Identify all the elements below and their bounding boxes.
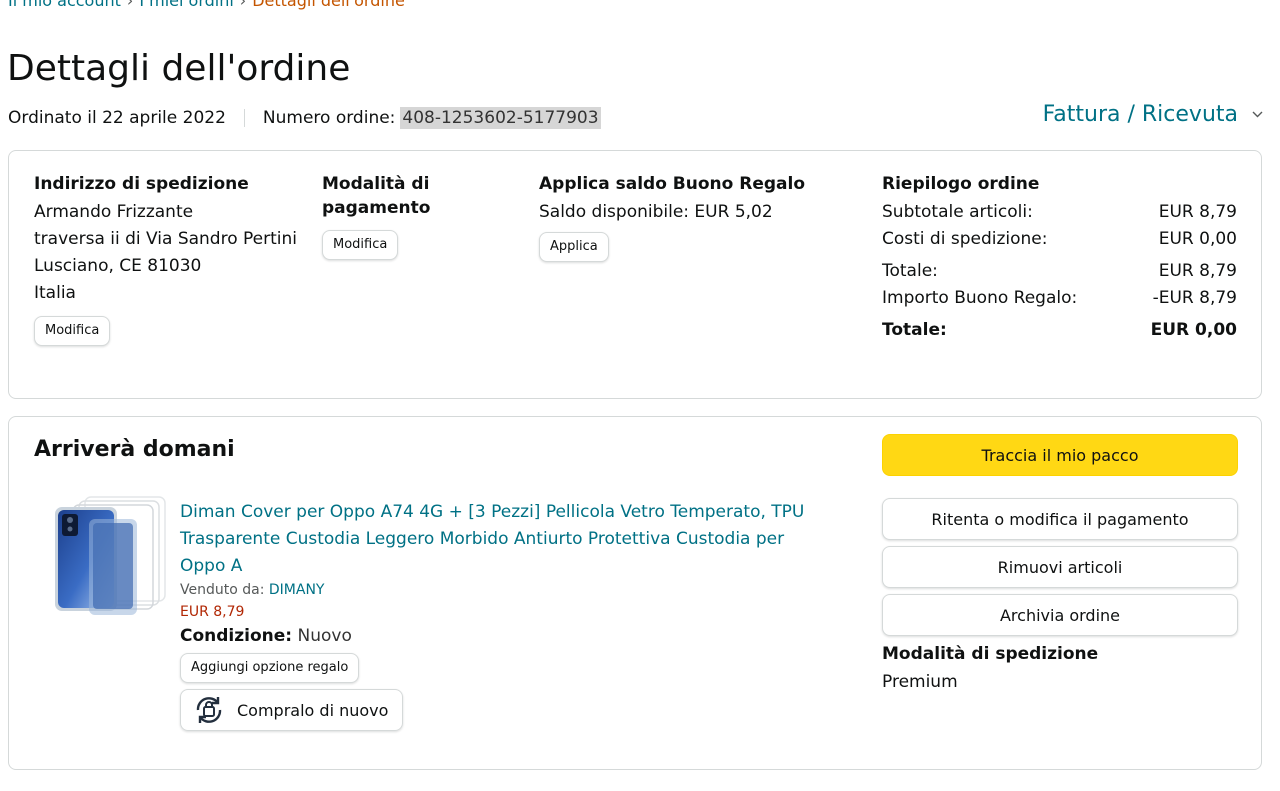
buy-again-button[interactable]: Compralo di nuovo <box>180 689 404 731</box>
add-gift-option-button[interactable]: Aggiungi opzione regalo <box>180 653 360 683</box>
product-price: EUR 8,79 <box>180 604 245 620</box>
shipping-method-value: Premium <box>882 672 958 692</box>
meta-divider <box>243 109 245 127</box>
summary-label: Costi di spedizione: <box>882 229 1048 249</box>
edit-address-button[interactable]: Modifica <box>34 316 111 346</box>
breadcrumb: Il mio account › I miei ordini › Dettagli de… <box>8 0 405 10</box>
summary-value: EUR 8,79 <box>1158 202 1237 222</box>
invoice-dropdown[interactable]: Fattura / Ricevuta <box>1043 102 1263 127</box>
archive-order-button[interactable]: Archivia ordine <box>882 594 1238 636</box>
product-condition: Condizione: Nuovo <box>180 626 830 646</box>
sold-by: Venduto da: DIMANY <box>180 582 830 598</box>
payment-heading: Modalità di pagamento <box>322 174 431 218</box>
summary-total-value: EUR 0,00 <box>1150 320 1237 340</box>
address-line: Armando Frizzante <box>34 202 194 222</box>
breadcrumb-my-account[interactable]: Il mio account <box>8 0 121 10</box>
summary-row: Totale: EUR 8,79 <box>882 258 1237 285</box>
order-info-card: Indirizzo di spedizione Armando Frizzant… <box>8 150 1262 399</box>
breadcrumb-my-orders[interactable]: I miei ordini <box>139 0 233 10</box>
order-summary-section: Riepilogo ordine Subtotale articoli: EUR… <box>882 172 1237 344</box>
page-title: Dettagli dell'ordine <box>7 48 351 89</box>
shipment-card: Arriverà domani Diman Cover per Oppo A74 <box>8 416 1262 770</box>
condition-value: Nuovo <box>297 626 352 646</box>
delivery-status: Arriverà domani <box>34 437 235 462</box>
summary-label: Subtotale articoli: <box>882 202 1033 222</box>
shipping-address-heading: Indirizzo di spedizione <box>34 174 249 194</box>
summary-row: Costi di spedizione: EUR 0,00 <box>882 226 1237 253</box>
order-summary-heading: Riepilogo ordine <box>882 174 1040 194</box>
gift-balance-section: Applica saldo Buono Regalo Saldo disponi… <box>539 172 819 262</box>
shipment-actions: Traccia il mio pacco Ritenta o modifica … <box>882 434 1238 692</box>
buy-again-label: Compralo di nuovo <box>237 700 389 720</box>
order-meta: Ordinato il 22 aprile 2022 Numero ordine… <box>8 107 601 129</box>
order-number-label: Numero ordine: <box>262 108 396 128</box>
order-number[interactable]: 408-1253602-5177903 <box>400 107 601 129</box>
product-thumbnail[interactable] <box>39 495 169 625</box>
summary-value: EUR 8,79 <box>1158 261 1237 281</box>
summary-row: Subtotale articoli: EUR 8,79 <box>882 199 1237 226</box>
summary-total-row: Totale: EUR 0,00 <box>882 317 1237 344</box>
product-title-link[interactable]: Diman Cover per Oppo A74 4G + [3 Pezzi] … <box>180 499 830 580</box>
retry-payment-button[interactable]: Ritenta o modifica il pagamento <box>882 498 1238 540</box>
breadcrumb-current: Dettagli dell'ordine <box>252 0 405 10</box>
edit-payment-button[interactable]: Modifica <box>322 230 399 260</box>
apply-gift-balance-button[interactable]: Applica <box>539 232 609 262</box>
address-line: Italia <box>34 283 76 303</box>
condition-label: Condizione: <box>180 626 293 646</box>
track-package-button[interactable]: Traccia il mio pacco <box>882 434 1238 476</box>
chevron-down-icon[interactable] <box>1252 107 1263 122</box>
summary-row: Importo Buono Regalo: -EUR 8,79 <box>882 285 1237 312</box>
gift-balance-heading: Applica saldo Buono Regalo <box>539 174 806 194</box>
order-date: Ordinato il 22 aprile 2022 <box>8 108 226 128</box>
shipping-method-heading: Modalità di spedizione <box>882 644 1099 664</box>
summary-label: Importo Buono Regalo: <box>882 288 1078 308</box>
product-details: Diman Cover per Oppo A74 4G + [3 Pezzi] … <box>180 499 830 732</box>
address-line: traversa ii di Via Sandro Pertini <box>34 229 298 249</box>
summary-label: Totale: <box>882 261 938 281</box>
gift-balance-available: Saldo disponibile: EUR 5,02 <box>539 202 773 222</box>
summary-total-label: Totale: <box>882 320 947 340</box>
invoice-link[interactable]: Fattura / Ricevuta <box>1043 102 1238 127</box>
breadcrumb-separator: › <box>239 0 247 10</box>
payment-section: Modalità di pagamento Modifica <box>322 172 442 260</box>
buy-again-icon <box>196 697 222 723</box>
seller-link[interactable]: DIMANY <box>269 582 325 598</box>
remove-items-button[interactable]: Rimuovi articoli <box>882 546 1238 588</box>
address-line: Lusciano, CE 81030 <box>34 256 202 276</box>
summary-value: -EUR 8,79 <box>1152 288 1237 308</box>
breadcrumb-separator: › <box>126 0 134 10</box>
sold-by-label: Venduto da: <box>180 582 265 598</box>
shipping-address-section: Indirizzo di spedizione Armando Frizzant… <box>34 172 314 346</box>
summary-value: EUR 0,00 <box>1158 229 1237 249</box>
